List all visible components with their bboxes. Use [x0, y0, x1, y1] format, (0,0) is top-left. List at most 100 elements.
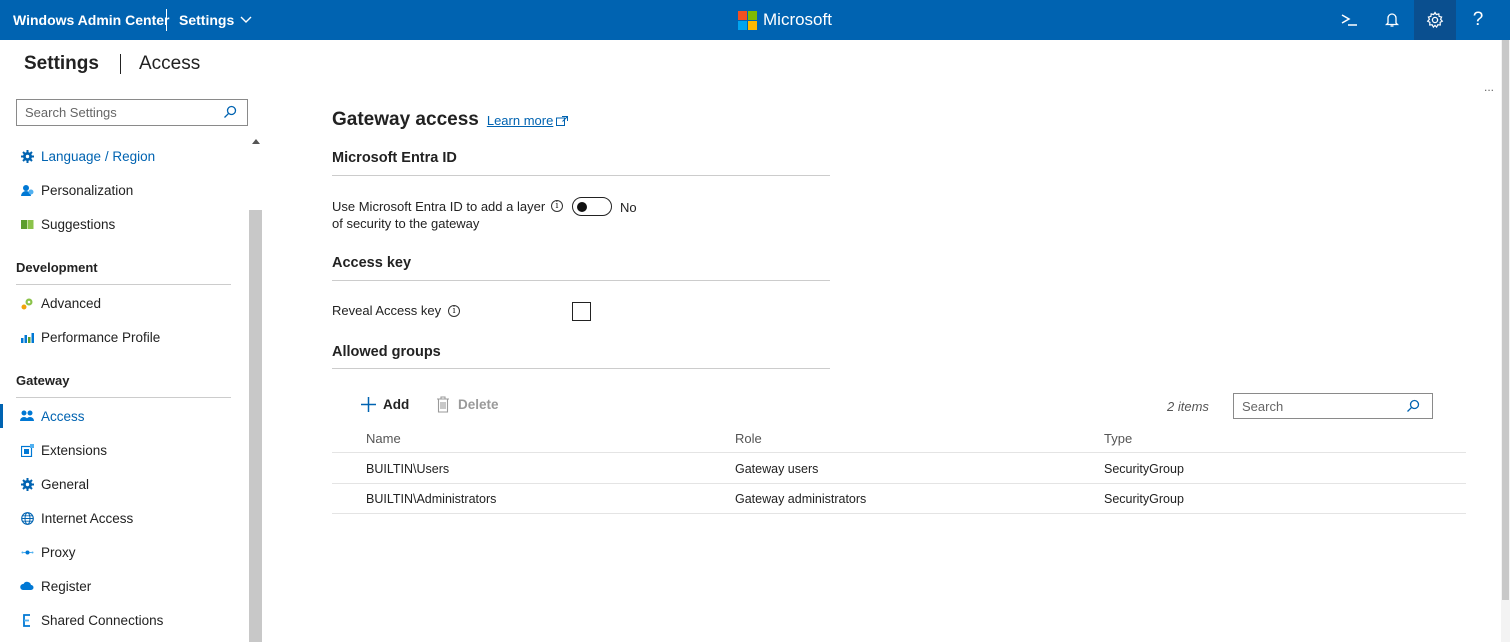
sidebar-item-label: Performance Profile [41, 329, 161, 345]
main-heading: Gateway access Learn more [332, 109, 569, 131]
sidebar-item-extensions[interactable]: Extensions [0, 433, 248, 467]
section-heading-allowed-groups: Allowed groups [332, 344, 441, 360]
cloud-icon [20, 579, 34, 593]
sidebar-item-label: Shared Connections [41, 612, 164, 628]
app-name[interactable]: Windows Admin Center [13, 12, 169, 28]
learn-more-link[interactable]: Learn more [486, 113, 569, 128]
sidebar-group-development: Development [16, 260, 98, 275]
entra-description: Use Microsoft Entra ID to add a layer of… [332, 198, 547, 232]
notifications-button[interactable] [1371, 0, 1413, 40]
sidebar-item-label: Personalization [41, 182, 134, 198]
settings-button[interactable] [1414, 0, 1456, 40]
gear-icon [20, 477, 34, 491]
sidebar-item-suggestions[interactable]: Suggestions [0, 207, 248, 241]
scroll-up-arrow-icon[interactable] [252, 139, 260, 144]
cell-role: Gateway administrators [735, 492, 867, 506]
external-link-icon [556, 115, 569, 126]
items-count: 2 items [1167, 399, 1209, 414]
powershell-button[interactable] [1328, 0, 1370, 40]
section-divider [332, 368, 830, 369]
add-button[interactable]: Add [360, 396, 409, 413]
cell-name: BUILTIN\Administrators [366, 492, 497, 506]
sidebar-item-label: Advanced [41, 295, 102, 311]
row-divider [332, 513, 1466, 514]
delete-button[interactable]: Delete [436, 396, 499, 413]
help-button[interactable]: ? [1457, 0, 1499, 40]
reveal-access-key-text: Reveal Access key [332, 303, 442, 318]
title-separator [166, 9, 167, 31]
learn-more-label: Learn more [486, 113, 554, 128]
section-heading-entra: Microsoft Entra ID [332, 150, 457, 166]
page-scrollbar[interactable] [1501, 40, 1510, 642]
help-icon: ? [1472, 9, 1484, 30]
extensions-icon [20, 443, 34, 457]
sidebar-divider [16, 397, 231, 398]
sidebar-item-register[interactable]: Register [0, 569, 248, 603]
proxy-icon [20, 545, 34, 559]
microsoft-squares-icon [738, 10, 757, 30]
section-divider [332, 175, 830, 176]
section-divider [332, 280, 830, 281]
sidebar-item-label: Extensions [41, 442, 108, 458]
section-heading-access-key: Access key [332, 255, 412, 271]
sidebar-item-performance-profile[interactable]: Performance Profile [0, 320, 248, 354]
sidebar-group-gateway: Gateway [16, 373, 70, 388]
top-bar: Windows Admin Center Settings Microsoft … [0, 0, 1510, 40]
entra-toggle-state: No [620, 200, 637, 215]
settings-gear-icon [1426, 11, 1444, 29]
page-title-main: Settings [24, 53, 99, 74]
chevron-down-icon [240, 16, 252, 23]
page-title-sub: Access [138, 53, 201, 74]
sidebar-item-shared-connections[interactable]: Shared Connections [0, 603, 248, 637]
sidebar-item-label: Register [41, 578, 92, 594]
groups-search-input[interactable]: Search [1233, 393, 1433, 419]
column-header-name[interactable]: Name [366, 431, 401, 446]
column-header-type[interactable]: Type [1104, 431, 1132, 446]
sidebar-item-internet-access[interactable]: Internet Access [0, 501, 248, 535]
sidebar-item-label: Internet Access [41, 510, 134, 526]
context-menu-label: Settings [179, 12, 235, 28]
search-settings-placeholder: Search Settings [25, 105, 117, 120]
plus-icon [361, 397, 376, 412]
sidebar-item-proxy[interactable]: Proxy [0, 535, 248, 569]
title-divider [119, 54, 121, 74]
sidebar-divider [16, 284, 231, 285]
toggle-knob [577, 201, 587, 212]
cell-type: SecurityGroup [1104, 462, 1184, 476]
delete-button-label: Delete [458, 397, 499, 412]
performance-icon [20, 330, 34, 344]
row-divider [332, 483, 1466, 484]
globe-icon [20, 511, 34, 525]
powershell-icon [1341, 14, 1357, 26]
page-scrollbar-thumb[interactable] [1502, 40, 1509, 600]
info-icon[interactable]: i [551, 200, 563, 212]
sidebar-item-language-region[interactable]: Language / Region [0, 139, 248, 173]
microsoft-logo: Microsoft [738, 10, 832, 30]
sidebar-item-personalization[interactable]: Personalization [0, 173, 248, 207]
sidebar-item-access[interactable]: Access [0, 399, 248, 433]
gateway-access-heading: Gateway access [332, 109, 479, 130]
search-settings-input[interactable]: Search Settings [16, 99, 248, 126]
cell-role: Gateway users [735, 462, 819, 476]
column-header-role[interactable]: Role [735, 431, 762, 446]
add-button-label: Add [383, 397, 410, 412]
notifications-icon [1385, 13, 1399, 27]
more-options-icon[interactable]: ... [1484, 80, 1494, 94]
sidebar-scrollbar[interactable] [249, 136, 262, 642]
access-users-icon [20, 409, 34, 423]
search-icon [1407, 399, 1420, 412]
info-icon[interactable]: i [448, 304, 461, 317]
shared-connections-icon [20, 613, 34, 627]
sidebar-item-advanced[interactable]: Advanced [0, 286, 248, 320]
reveal-access-key-checkbox[interactable] [572, 302, 591, 321]
groups-search-placeholder: Search [1242, 398, 1284, 414]
sidebar-scrollbar-thumb[interactable] [249, 210, 262, 642]
sidebar: Language / Region Personalization Sugges… [0, 136, 262, 642]
sidebar-item-label: Access [41, 408, 85, 424]
entra-toggle[interactable] [572, 197, 612, 216]
sidebar-item-general[interactable]: General [0, 467, 248, 501]
page-title: Settings Access [24, 53, 200, 75]
cell-name: BUILTIN\Users [366, 462, 450, 476]
context-menu-dropdown[interactable]: Settings [179, 12, 252, 28]
reveal-access-key-label: Reveal Access key i [332, 303, 461, 318]
